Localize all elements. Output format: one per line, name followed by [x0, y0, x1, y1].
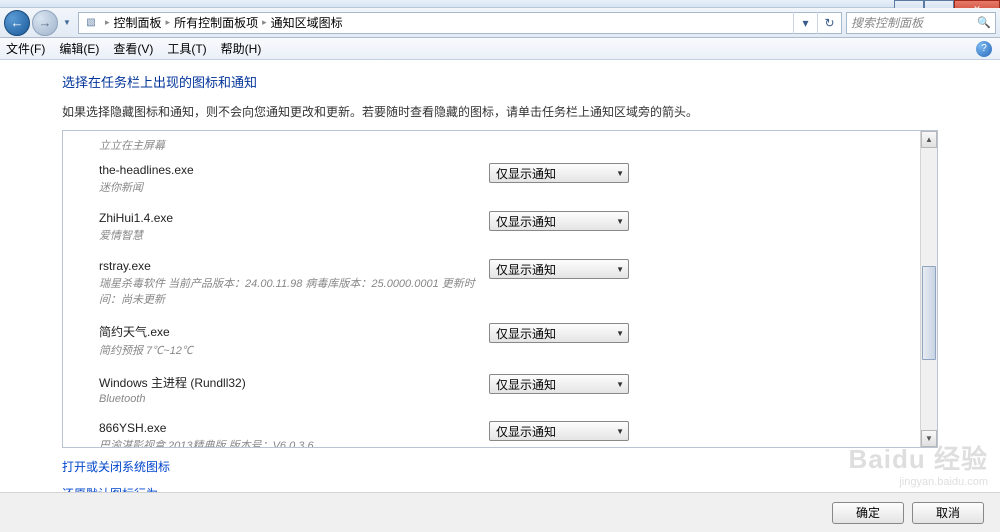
- chevron-right-icon: ▸: [105, 17, 110, 28]
- app-description: Bluetooth: [99, 393, 489, 405]
- scroll-up-button[interactable]: ▲: [921, 131, 937, 148]
- list-item: ZhiHui1.4.exe 爱情智慧仅显示通知 ▼: [99, 207, 937, 255]
- menubar: 文件(F) 编辑(E) 查看(V) 工具(T) 帮助(H) ?: [0, 38, 1000, 60]
- behavior-dropdown[interactable]: 仅显示通知 ▼: [489, 163, 629, 183]
- menu-tools[interactable]: 工具(T): [167, 40, 206, 57]
- app-description: 巴渝湛影视盒 2013精典版 版本号：V6.0.3.6: [99, 437, 489, 448]
- dropdown-value: 仅显示通知: [496, 325, 556, 342]
- menu-file[interactable]: 文件(F): [6, 40, 45, 57]
- search-placeholder: 搜索控制面板: [851, 14, 923, 31]
- system-icons-link[interactable]: 打开或关闭系统图标: [62, 458, 938, 475]
- app-description: 迷你新闻: [99, 179, 489, 195]
- breadcrumb-item[interactable]: 控制面板: [114, 14, 162, 31]
- menu-view[interactable]: 查看(V): [113, 40, 153, 57]
- app-description: 瑞星杀毒软件 当前产品版本：24.00.11.98 病毒库版本：25.0000.…: [99, 275, 489, 307]
- behavior-dropdown[interactable]: 仅显示通知 ▼: [489, 421, 629, 441]
- scrollbar[interactable]: ▲ ▼: [920, 131, 937, 447]
- menu-help[interactable]: 帮助(H): [221, 40, 262, 57]
- dropdown-value: 仅显示通知: [496, 165, 556, 182]
- refresh-button[interactable]: ↻: [817, 12, 841, 34]
- app-name: 866YSH.exe: [99, 421, 489, 435]
- ok-button[interactable]: 确定: [832, 502, 904, 524]
- app-description: 爱情智慧: [99, 227, 489, 243]
- chevron-down-icon: ▼: [616, 217, 624, 226]
- partial-row: 立立在主屏幕: [99, 137, 937, 153]
- list-item: Windows 主进程 (Rundll32) Bluetooth 仅显示通知 ▼: [99, 370, 937, 417]
- chevron-down-icon: ▼: [616, 380, 624, 389]
- menu-edit[interactable]: 编辑(E): [59, 40, 99, 57]
- window-titlebar: — ▭ ✕: [0, 0, 1000, 8]
- scroll-down-button[interactable]: ▼: [921, 430, 937, 447]
- app-description: 简约预报 7℃~12℃: [99, 342, 489, 358]
- app-name: 简约天气.exe: [99, 323, 489, 340]
- notification-list: 立立在主屏幕 the-headlines.exe迷你新闻仅显示通知▼ZhiHui…: [62, 130, 938, 448]
- list-item: the-headlines.exe 迷你新闻仅显示通知 ▼: [99, 159, 937, 207]
- chevron-down-icon: ▼: [616, 427, 624, 436]
- chevron-down-icon: ▼: [616, 265, 624, 274]
- chevron-right-icon: ▸: [262, 17, 267, 28]
- breadcrumb-item[interactable]: 通知区域图标: [271, 14, 343, 31]
- panel-icon: ▧: [83, 15, 99, 31]
- behavior-dropdown[interactable]: 仅显示通知 ▼: [489, 374, 629, 394]
- breadcrumb-item[interactable]: 所有控制面板项: [174, 14, 258, 31]
- chevron-down-icon: ▼: [616, 169, 624, 178]
- scroll-track[interactable]: [921, 148, 937, 430]
- explorer-navbar: ← → ▼ ▧ ▸ 控制面板 ▸ 所有控制面板项 ▸ 通知区域图标 ▾ ↻ 搜索…: [0, 8, 1000, 38]
- dropdown-value: 仅显示通知: [496, 376, 556, 393]
- list-item: 简约天气.exe 简约预报 7℃~12℃ 仅显示通知 ▼: [99, 319, 937, 370]
- behavior-dropdown[interactable]: 仅显示通知 ▼: [489, 259, 629, 279]
- dropdown-value: 仅显示通知: [496, 423, 556, 440]
- help-icon[interactable]: ?: [976, 41, 992, 57]
- content-area: 选择在任务栏上出现的图标和通知 如果选择隐藏图标和通知，则不会向您通知更改和更新…: [0, 60, 1000, 492]
- breadcrumb[interactable]: ▧ ▸ 控制面板 ▸ 所有控制面板项 ▸ 通知区域图标 ▾ ↻: [78, 12, 842, 34]
- page-description: 如果选择隐藏图标和通知，则不会向您通知更改和更新。若要随时查看隐藏的图标，请单击…: [62, 103, 938, 120]
- search-input[interactable]: 搜索控制面板 🔍: [846, 12, 996, 34]
- list-item: rstray.exe 瑞星杀毒软件 当前产品版本：24.00.11.98 病毒库版…: [99, 255, 937, 319]
- chevron-right-icon: ▸: [166, 17, 171, 28]
- dropdown-value: 仅显示通知: [496, 261, 556, 278]
- list-item: 866YSH.exe巴渝湛影视盒 2013精典版 版本号：V6.0.3.6仅显示…: [99, 417, 937, 448]
- page-title: 选择在任务栏上出现的图标和通知: [62, 72, 938, 91]
- nav-history-dropdown[interactable]: ▼: [60, 13, 74, 33]
- cancel-button[interactable]: 取消: [912, 502, 984, 524]
- breadcrumb-dropdown[interactable]: ▾: [793, 12, 817, 34]
- app-name: Windows 主进程 (Rundll32): [99, 374, 489, 391]
- forward-button[interactable]: →: [32, 10, 58, 36]
- app-name: rstray.exe: [99, 259, 489, 273]
- behavior-dropdown[interactable]: 仅显示通知 ▼: [489, 211, 629, 231]
- chevron-down-icon: ▼: [616, 329, 624, 338]
- search-icon: 🔍: [977, 16, 991, 29]
- app-name: ZhiHui1.4.exe: [99, 211, 489, 225]
- app-name: the-headlines.exe: [99, 163, 489, 177]
- dropdown-value: 仅显示通知: [496, 213, 556, 230]
- scroll-thumb[interactable]: [922, 266, 936, 360]
- behavior-dropdown[interactable]: 仅显示通知 ▼: [489, 323, 629, 343]
- back-button[interactable]: ←: [4, 10, 30, 36]
- footer: 确定 取消: [0, 492, 1000, 532]
